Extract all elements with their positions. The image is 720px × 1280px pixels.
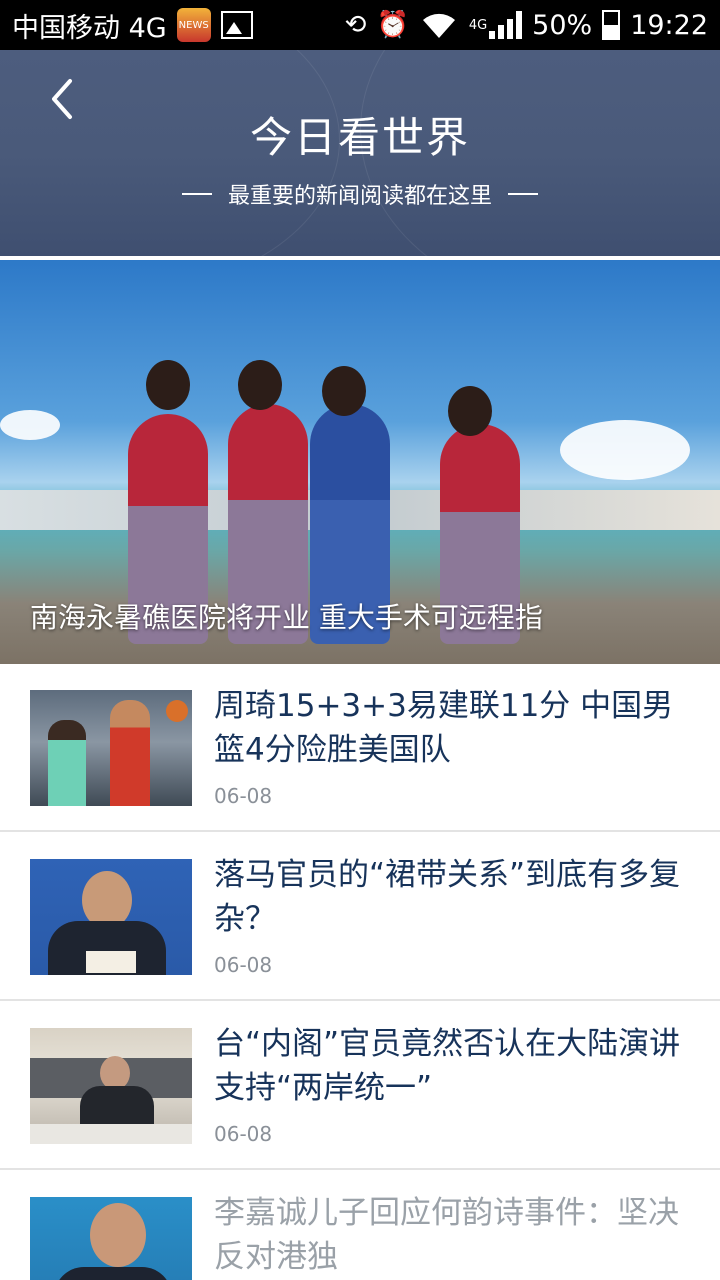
subtitle-text: 最重要的新闻阅读都在这里 (227, 184, 492, 209)
hero-figure-head (322, 366, 366, 416)
hero-caption: 南海永暑礁医院将开业 重大手术可远程指 (30, 601, 543, 634)
hero-figure-head (146, 360, 190, 410)
news-item[interactable]: 周琦15+3+3易建联11分 中国男篮4分险胜美国队 06-08 (0, 664, 720, 832)
clock: 19:22 (630, 9, 708, 41)
news-date: 06-08 (214, 953, 273, 977)
hero-banner[interactable]: 南海永暑礁医院将开业 重大手术可远程指 (0, 260, 720, 664)
battery-percent: 50% (532, 9, 593, 41)
image-notification-icon (220, 11, 253, 39)
thumb-figure (48, 720, 86, 806)
news-app-icon: NEWS (176, 8, 211, 42)
news-thumbnail (30, 859, 192, 975)
news-title: 李嘉诚儿子回应何韵诗事件：坚决反对港独 (214, 1195, 679, 1275)
news-date: 06-08 (214, 784, 273, 808)
wifi-icon (422, 13, 455, 38)
signal-icon (489, 11, 523, 39)
battery-icon (602, 10, 621, 40)
basketball-icon (166, 700, 188, 722)
news-item[interactable]: 落马官员的“裙带关系”到底有多复杂？ 06-08 (0, 833, 720, 1001)
page-title: 今日看世界 (249, 113, 470, 162)
news-thumbnail (30, 1028, 192, 1144)
subtitle-dash-left (181, 193, 212, 195)
hero-figure-head (448, 386, 492, 436)
alarm-icon: ⏰ (376, 10, 409, 40)
hero-figure-head (238, 360, 282, 410)
news-title: 台“内阁”官员竟然否认在大陆演讲支持“两岸统一” (214, 1026, 681, 1106)
carrier-label: 中国移动 4G (12, 12, 167, 44)
news-app-badge-text: NEWS (178, 19, 209, 31)
thumb-desk (30, 1124, 192, 1144)
news-item[interactable]: 台“内阁”官员竟然否认在大陆演讲支持“两岸统一” 06-08 (0, 1002, 720, 1170)
news-item[interactable]: 李嘉诚儿子回应何韵诗事件：坚决反对港独 (0, 1171, 720, 1280)
news-title: 落马官员的“裙带关系”到底有多复杂？ (214, 857, 681, 937)
page-header: 今日看世界 最重要的新闻阅读都在这里 (0, 50, 720, 256)
thumb-face (100, 1056, 130, 1090)
news-date: 06-08 (214, 1122, 273, 1146)
hero-cloud (0, 410, 60, 440)
vibrate-icon: ⟲ (344, 10, 367, 40)
news-thumbnail (30, 1197, 192, 1280)
network-type-label: 4G (468, 17, 488, 33)
thumb-figure (110, 700, 150, 806)
hero-cloud (560, 420, 690, 480)
thumb-face (90, 1203, 146, 1267)
thumb-nameplate (86, 951, 136, 973)
subtitle-dash-right (508, 193, 538, 195)
news-title: 周琦15+3+3易建联11分 中国男篮4分险胜美国队 (214, 688, 674, 768)
thumb-suit (54, 1267, 172, 1280)
status-bar: 中国移动 4G NEWS ⟲ ⏰ 4G 50% 19:22 (0, 0, 720, 50)
page-subtitle: 最重要的新闻阅读都在这里 (0, 178, 720, 210)
news-thumbnail (30, 690, 192, 806)
